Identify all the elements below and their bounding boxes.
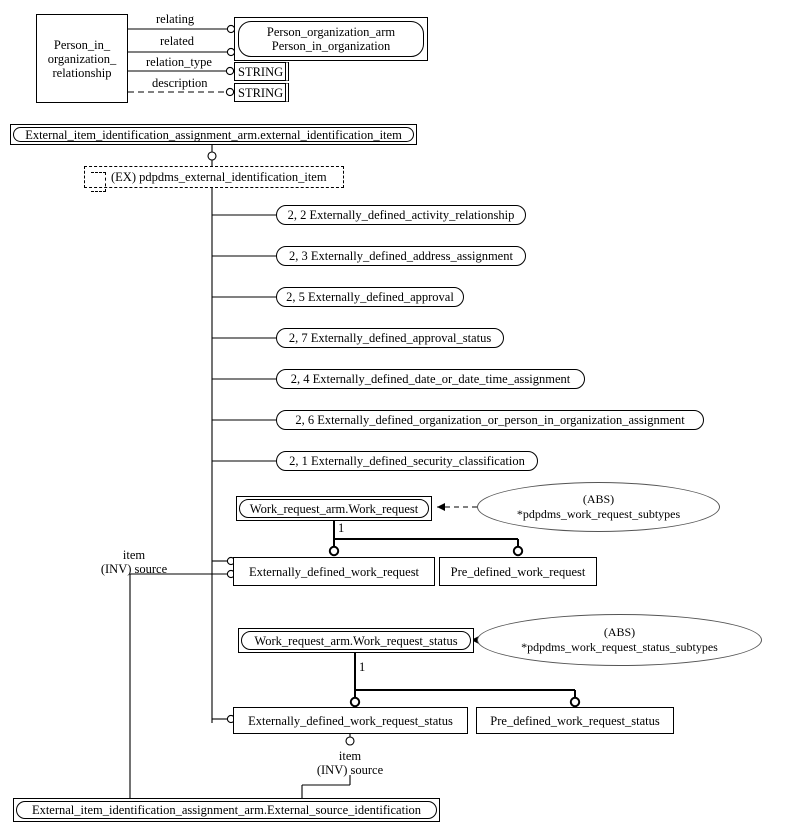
cardinality-work-request: 1 [338,521,345,535]
subtype-circle-edwrs [349,696,361,708]
select-branch-organization-or-person-in-organization-assignment[interactable]: 2, 6 Externally_defined_organization_or_… [276,410,704,430]
select-branch-address-assignment[interactable]: 2, 3 Externally_defined_address_assignme… [276,246,526,266]
select-branch-label: 2, 1 Externally_defined_security_classif… [289,454,525,468]
primitive-label: STRING [238,64,284,79]
select-branch-label: 2, 5 Externally_defined_approval [286,290,454,304]
dashed-stub-icon [91,172,106,192]
ex-interface-pdpdms-external-identification-item[interactable]: (EX) pdpdms_external_identification_item [84,166,344,192]
entity-externally-defined-work-request-status[interactable]: Externally_defined_work_request_status [233,707,468,734]
entity-label-line-2: Person_in_organization [271,39,391,53]
select-branch-label: 2, 3 Externally_defined_address_assignme… [289,249,513,263]
entity-pre-defined-work-request[interactable]: Pre_defined_work_request [439,557,597,586]
select-branch-date-or-date-time-assignment[interactable]: 2, 4 Externally_defined_date_or_date_tim… [276,369,585,389]
entity-label: Work_request_arm.Work_request_status [254,633,458,648]
entity-label-line-2: organization_ [47,51,117,66]
select-branch-label: 2, 2 Externally_defined_activity_relatio… [287,208,515,222]
select-external-identification-item[interactable]: External_item_identification_assignment_… [10,124,417,145]
entity-label: Externally_defined_work_request_status [248,713,453,728]
ex-interface-label: (EX) pdpdms_external_identification_item [111,170,327,184]
cardinality-work-request-status: 1 [359,660,366,674]
entity-person-organization-arm[interactable]: Person_organization_arm Person_in_organi… [234,17,428,61]
subtype-circle-edwr [328,545,340,557]
primitive-string-description[interactable]: STRING [234,83,289,102]
express-g-diagram: Person_in_ organization_ relationship Pe… [0,0,804,832]
constraint-line-1: (ABS) [582,492,615,506]
entity-work-request-arm-work-request[interactable]: Work_request_arm.Work_request [236,496,432,521]
entity-label-line-3: relationship [52,65,112,80]
role-circle-description [225,87,235,97]
select-external-identification-item-inner: External_item_identification_assignment_… [13,127,414,142]
entity-work-request-status-inner: Work_request_arm.Work_request_status [241,631,471,650]
role-circle-relation-type [225,66,235,76]
subtype-circle-pdwrs [569,696,581,708]
role-circle-bottom-item [345,736,355,746]
constraint-line-2: *pdpdms_work_request_status_subtypes [521,640,718,654]
entity-work-request-arm-work-request-status[interactable]: Work_request_arm.Work_request_status [238,628,474,653]
entity-label: Pre_defined_work_request [450,564,586,579]
select-branch-label: 2, 7 Externally_defined_approval_status [288,331,492,345]
attribute-label-line-2: (INV) source [100,562,168,577]
entity-label: External_item_identification_assignment_… [31,803,422,817]
attribute-label-line-1: item [338,749,362,763]
attribute-label-line-2: (INV) source [316,763,384,778]
select-branch-security-classification[interactable]: 2, 1 Externally_defined_security_classif… [276,451,538,471]
subtype-circle-pdwr [512,545,524,557]
constraint-ellipse-work-request-subtypes[interactable]: (ABS) *pdpdms_work_request_subtypes [477,482,720,532]
attribute-label-line-1: item [122,548,146,562]
constraint-line-1: (ABS) [603,625,636,639]
entity-pre-defined-work-request-status[interactable]: Pre_defined_work_request_status [476,707,674,734]
primitive-label: STRING [238,85,284,100]
attribute-label-relating: relating [156,12,195,26]
select-branch-approval-status[interactable]: 2, 7 Externally_defined_approval_status [276,328,504,348]
select-branch-label: 2, 6 Externally_defined_organization_or_… [295,413,685,427]
entity-label: Pre_defined_work_request_status [490,713,660,728]
entity-label-line-1: Person_in_ [53,37,111,52]
select-branch-activity-relationship[interactable]: 2, 2 Externally_defined_activity_relatio… [276,205,526,225]
entity-person-organization-arm-inner: Person_organization_arm Person_in_organi… [238,21,424,57]
attribute-label-relation-type: relation_type [146,55,212,69]
attribute-label-description: description [152,76,208,90]
select-label: External_item_identification_assignment_… [25,127,402,142]
entity-external-source-identification[interactable]: External_item_identification_assignment_… [13,798,440,822]
entity-label-line-1: Person_organization_arm [266,25,396,39]
attribute-label-item-inv-source-lower: item (INV) source [305,749,395,778]
select-branch-approval[interactable]: 2, 5 Externally_defined_approval [276,287,464,307]
entity-person-in-organization-relationship[interactable]: Person_in_ organization_ relationship [36,14,128,103]
entity-external-source-identification-inner: External_item_identification_assignment_… [16,801,437,819]
role-circle-ex-interface [207,151,217,161]
entity-label: Externally_defined_work_request [248,564,420,579]
entity-work-request-inner: Work_request_arm.Work_request [239,499,429,518]
entity-label: Work_request_arm.Work_request [249,501,419,516]
attribute-label-item-inv-source-upper: item (INV) source [96,548,172,577]
select-branch-label: 2, 4 Externally_defined_date_or_date_tim… [290,372,571,386]
entity-externally-defined-work-request[interactable]: Externally_defined_work_request [233,557,435,586]
attribute-label-related: related [160,34,195,48]
primitive-string-relation-type[interactable]: STRING [234,62,289,81]
constraint-ellipse-work-request-status-subtypes[interactable]: (ABS) *pdpdms_work_request_status_subtyp… [477,614,762,666]
constraint-line-2: *pdpdms_work_request_subtypes [516,507,681,521]
